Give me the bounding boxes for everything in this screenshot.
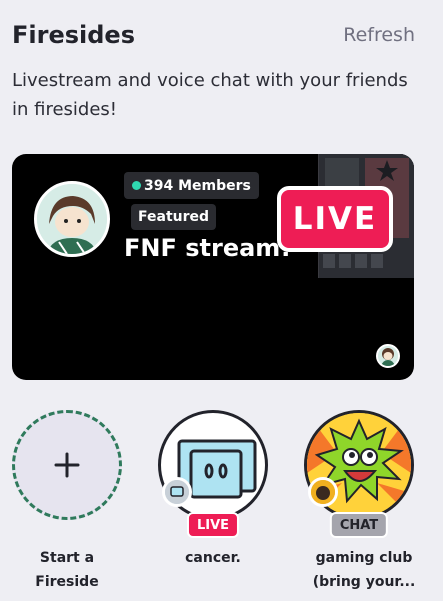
start-fireside-label: Start a Fireside — [35, 550, 99, 590]
host-mini-avatar — [162, 477, 192, 507]
featured-fireside-card[interactable]: 394 Members Featured FNF stream! LIVE — [12, 154, 414, 380]
header: Firesides Refresh — [12, 18, 415, 52]
fireside-avatar[interactable]: LIVE — [158, 410, 268, 538]
participant-avatar — [376, 344, 400, 368]
host-mini-avatar — [308, 477, 338, 507]
member-count: 394 Members — [144, 177, 251, 194]
chat-status-badge: CHAT — [329, 512, 389, 538]
refresh-button[interactable]: Refresh — [343, 24, 415, 46]
page-title: Firesides — [12, 21, 135, 49]
featured-badge: Featured — [131, 204, 217, 230]
plus-icon — [54, 452, 80, 478]
fireside-tile-cancer[interactable]: LIVE cancer. — [149, 410, 277, 570]
live-badge: LIVE — [277, 186, 393, 252]
start-fireside-tile[interactable]: Start a Fireside — [3, 410, 131, 594]
page-description: Livestream and voice chat with your frie… — [12, 70, 408, 120]
fireside-name: gaming club (bring your... — [312, 550, 416, 590]
stream-name: FNF stream! — [124, 234, 292, 262]
live-status-badge: LIVE — [186, 512, 240, 538]
fireside-tile-gaming-club[interactable]: CHAT gaming club (bring your... — [295, 410, 423, 594]
start-fireside-button[interactable] — [12, 410, 122, 520]
host-avatar — [34, 181, 110, 257]
online-dot-icon — [132, 181, 141, 190]
member-count-badge: 394 Members — [124, 172, 259, 199]
fireside-name: cancer. — [185, 550, 241, 566]
fireside-avatar[interactable]: CHAT — [304, 410, 414, 538]
